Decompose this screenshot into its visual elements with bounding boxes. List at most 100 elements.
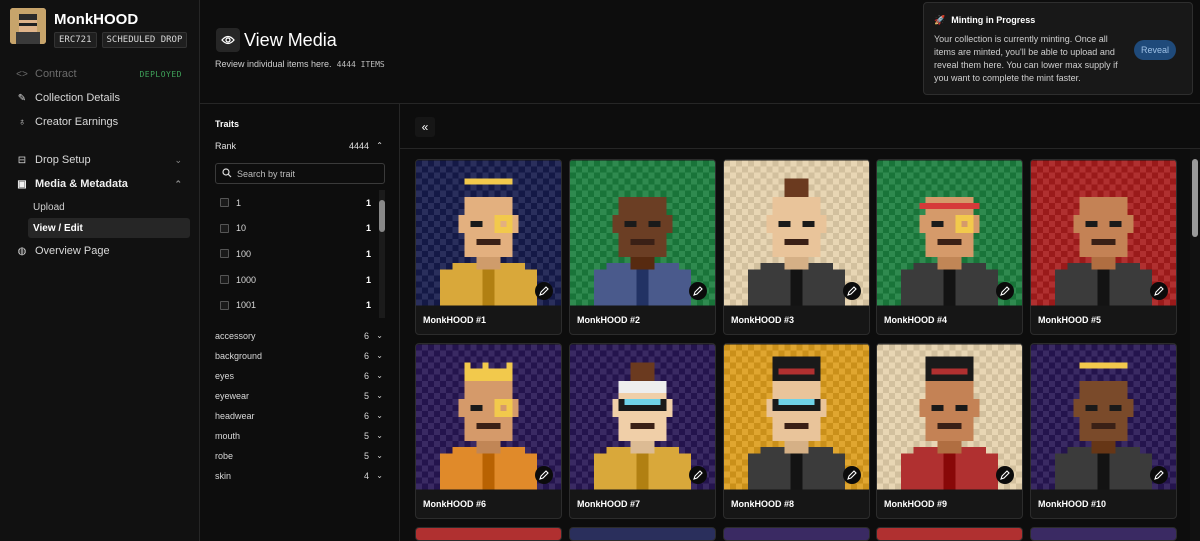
- edit-button[interactable]: [996, 282, 1014, 300]
- rank-filter-header[interactable]: Rank 4444 ⌃: [215, 141, 383, 151]
- page-header: View Media Review individual items here.…: [200, 0, 1200, 104]
- deployed-badge: DEPLOYED: [139, 69, 182, 79]
- checkbox[interactable]: [220, 249, 229, 259]
- edit-button[interactable]: [1150, 466, 1168, 484]
- sidebar: MonkHOOD ERC721 SCHEDULED DROP <> Contra…: [0, 0, 200, 541]
- chevron-down-icon: ⌄: [376, 451, 383, 460]
- edit-button[interactable]: [1150, 282, 1168, 300]
- sidebar-item-drop-setup[interactable]: ⊟ Drop Setup ⌄: [0, 148, 200, 172]
- edit-button[interactable]: [689, 282, 707, 300]
- edit-button[interactable]: [996, 466, 1014, 484]
- trait-category-count: 6: [363, 371, 369, 381]
- trait-category-skin[interactable]: skin 4 ⌄: [215, 471, 383, 487]
- edit-button[interactable]: [535, 282, 553, 300]
- checkbox[interactable]: [220, 198, 229, 208]
- subtitle-text: Review individual items here.: [215, 59, 332, 69]
- nft-card[interactable]: MonkHOOD #3: [723, 159, 870, 335]
- collapse-panel-button[interactable]: «: [415, 117, 435, 137]
- trait-category-eyewear[interactable]: eyewear 5 ⌄: [215, 391, 383, 407]
- chevron-down-icon: ⌄: [376, 471, 383, 480]
- sidebar-item-contract[interactable]: <> Contract DEPLOYED: [0, 62, 200, 86]
- nft-card[interactable]: MonkHOOD #7: [569, 343, 716, 519]
- trait-category-label: headwear: [215, 411, 255, 421]
- trait-category-accessory[interactable]: accessory 6 ⌄: [215, 331, 383, 347]
- rank-option-label: 1: [236, 197, 242, 208]
- rank-option[interactable]: 1001 1: [215, 292, 385, 318]
- checkbox[interactable]: [220, 223, 229, 233]
- trait-category-eyes[interactable]: eyes 6 ⌄: [215, 371, 383, 387]
- checkbox[interactable]: [220, 300, 229, 310]
- rank-option-label: 1000: [236, 274, 257, 285]
- rank-option[interactable]: 10 1: [215, 216, 385, 242]
- nft-card-partial[interactable]: [569, 527, 716, 541]
- nft-card[interactable]: MonkHOOD #2: [569, 159, 716, 335]
- pencil-icon: [1000, 470, 1010, 480]
- rank-option[interactable]: 1000 1: [215, 267, 385, 293]
- pencil-icon: [847, 470, 857, 480]
- rank-options-list[interactable]: 1 1 10 1 100 1 1000 1 1001 1: [215, 190, 385, 318]
- chevron-up-icon: ⌃: [174, 178, 182, 189]
- image-icon: ▣: [17, 178, 27, 190]
- search-icon: [222, 167, 232, 181]
- edit-button[interactable]: [689, 466, 707, 484]
- chevron-down-icon: ⌄: [376, 371, 383, 380]
- nft-card-partial[interactable]: [1030, 527, 1177, 541]
- trait-search-field[interactable]: [215, 163, 385, 184]
- trait-category-background[interactable]: background 6 ⌄: [215, 351, 383, 367]
- page-title: View Media: [244, 30, 337, 50]
- item-count: 4444 ITEMS: [336, 60, 385, 69]
- pencil-icon: [539, 286, 549, 296]
- nft-name: MonkHOOD #2: [577, 315, 641, 325]
- sidebar-item-label: Drop Setup: [35, 154, 91, 166]
- edit-button[interactable]: [535, 466, 553, 484]
- sidebar-subitem-upload[interactable]: Upload: [28, 197, 190, 217]
- nft-card-partial[interactable]: [723, 527, 870, 541]
- nft-card[interactable]: MonkHOOD #6: [415, 343, 562, 519]
- nft-name: MonkHOOD #10: [1038, 499, 1107, 509]
- reveal-button[interactable]: Reveal: [1134, 40, 1176, 60]
- sidebar-item-collection-details[interactable]: ✎ Collection Details: [0, 86, 200, 110]
- rank-count: 4444: [348, 141, 369, 151]
- nft-card[interactable]: MonkHOOD #1: [415, 159, 562, 335]
- rank-list-scrollbar[interactable]: [379, 190, 385, 318]
- traits-panel: Traits Rank 4444 ⌃ 1 1 10 1: [200, 104, 400, 541]
- grid-scrollbar[interactable]: [1190, 149, 1200, 541]
- trait-search-input[interactable]: [237, 168, 377, 179]
- trait-category-mouth[interactable]: mouth 5 ⌄: [215, 431, 383, 447]
- nft-card[interactable]: MonkHOOD #10: [1030, 343, 1177, 519]
- nft-card[interactable]: MonkHOOD #4: [876, 159, 1023, 335]
- money-bag-icon: ♁: [18, 116, 26, 128]
- trait-category-label: background: [215, 351, 263, 361]
- pencil-icon: [539, 470, 549, 480]
- edit-button[interactable]: [843, 466, 861, 484]
- nft-card-partial[interactable]: [415, 527, 562, 541]
- rank-option-label: 100: [236, 248, 252, 259]
- chevron-down-icon: ⌄: [376, 431, 383, 440]
- scrollbar-thumb[interactable]: [379, 200, 385, 232]
- edit-button[interactable]: [843, 282, 861, 300]
- rank-option[interactable]: 1 1: [215, 190, 385, 216]
- trait-category-robe[interactable]: robe 5 ⌄: [215, 451, 383, 467]
- trait-category-count: 6: [363, 351, 369, 361]
- sidebar-item-media-metadata[interactable]: ▣ Media & Metadata ⌃: [0, 172, 200, 196]
- collection-header: MonkHOOD ERC721 SCHEDULED DROP: [10, 8, 188, 48]
- trait-category-label: eyewear: [215, 391, 250, 401]
- nft-card[interactable]: MonkHOOD #5: [1030, 159, 1177, 335]
- nft-card[interactable]: MonkHOOD #8: [723, 343, 870, 519]
- sidebar-item-creator-earnings[interactable]: ♁ Creator Earnings: [0, 110, 200, 134]
- rank-label: Rank: [215, 141, 237, 151]
- trait-category-headwear[interactable]: headwear 6 ⌄: [215, 411, 383, 427]
- rank-option[interactable]: 100 1: [215, 241, 385, 267]
- nft-card[interactable]: MonkHOOD #9: [876, 343, 1023, 519]
- nft-name: MonkHOOD #4: [884, 315, 948, 325]
- grid-toolbar: «: [400, 104, 1200, 149]
- checkbox[interactable]: [220, 275, 229, 285]
- scrollbar-thumb[interactable]: [1192, 159, 1198, 237]
- nft-name: MonkHOOD #9: [884, 499, 948, 509]
- sidebar-subitem-view-edit[interactable]: View / Edit: [28, 218, 190, 238]
- trait-category-count: 5: [363, 391, 369, 401]
- nft-card-partial[interactable]: [876, 527, 1023, 541]
- sidebar-item-overview-page[interactable]: ◍ Overview Page: [0, 239, 200, 263]
- sidebar-item-label: Contract: [35, 68, 77, 80]
- trait-category-count: 5: [363, 451, 369, 461]
